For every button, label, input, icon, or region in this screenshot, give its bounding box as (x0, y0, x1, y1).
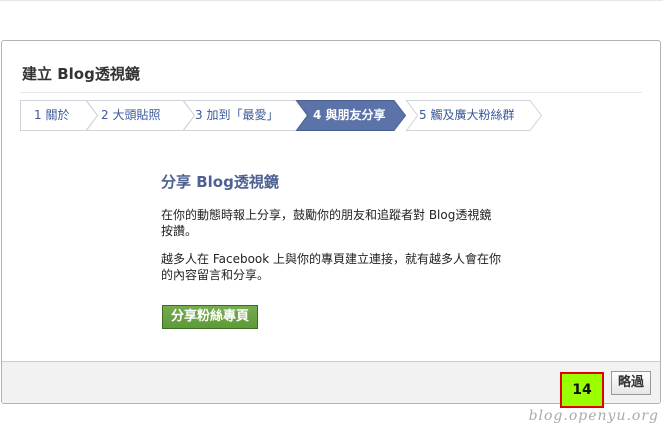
title-divider (20, 92, 642, 93)
step-about-label: 1 關於 (34, 108, 70, 122)
step-share-with-friends-label: 4 與朋友分享 (313, 108, 386, 122)
share-page-button[interactable]: 分享粉絲專頁 (162, 305, 259, 329)
step-profile-picture-label: 2 大頭貼照 (101, 108, 161, 122)
step-reach-fans-label: 5 觸及廣大粉絲群 (419, 108, 515, 122)
step-reach-fans[interactable]: 5 觸及廣大粉絲群 (405, 100, 543, 131)
watermark: blog.openyu.org (528, 408, 659, 424)
share-heading: 分享 Blog透視鏡 (161, 173, 279, 191)
create-page-dialog: 建立 Blog透視鏡 1 關於 2 大頭貼照 3 加到「最愛」 4 與朋友分享 … (1, 40, 661, 404)
skip-button[interactable]: 略過 (610, 371, 651, 395)
tutorial-step-badge: 14 (560, 372, 604, 408)
share-content: 分享 Blog透視鏡 在你的動態時報上分享，鼓勵你的朋友和追蹤者對 Blog透視… (161, 171, 521, 329)
step-add-favorites[interactable]: 3 加到「最愛」 (182, 100, 309, 131)
step-add-favorites-label: 3 加到「最愛」 (195, 108, 279, 122)
step-share-with-friends[interactable]: 4 與朋友分享 (295, 100, 407, 131)
share-description: 在你的動態時報上分享，鼓勵你的朋友和追蹤者對 Blog透視鏡按讚。 (161, 208, 492, 238)
step-profile-picture[interactable]: 2 大頭貼照 (85, 100, 196, 131)
top-divider (0, 0, 663, 1)
dialog-title: 建立 Blog透視鏡 (22, 65, 140, 83)
connection-description: 越多人在 Facebook 上與你的專頁建立連接，就有越多人會在你的內容留言和分… (161, 252, 502, 282)
